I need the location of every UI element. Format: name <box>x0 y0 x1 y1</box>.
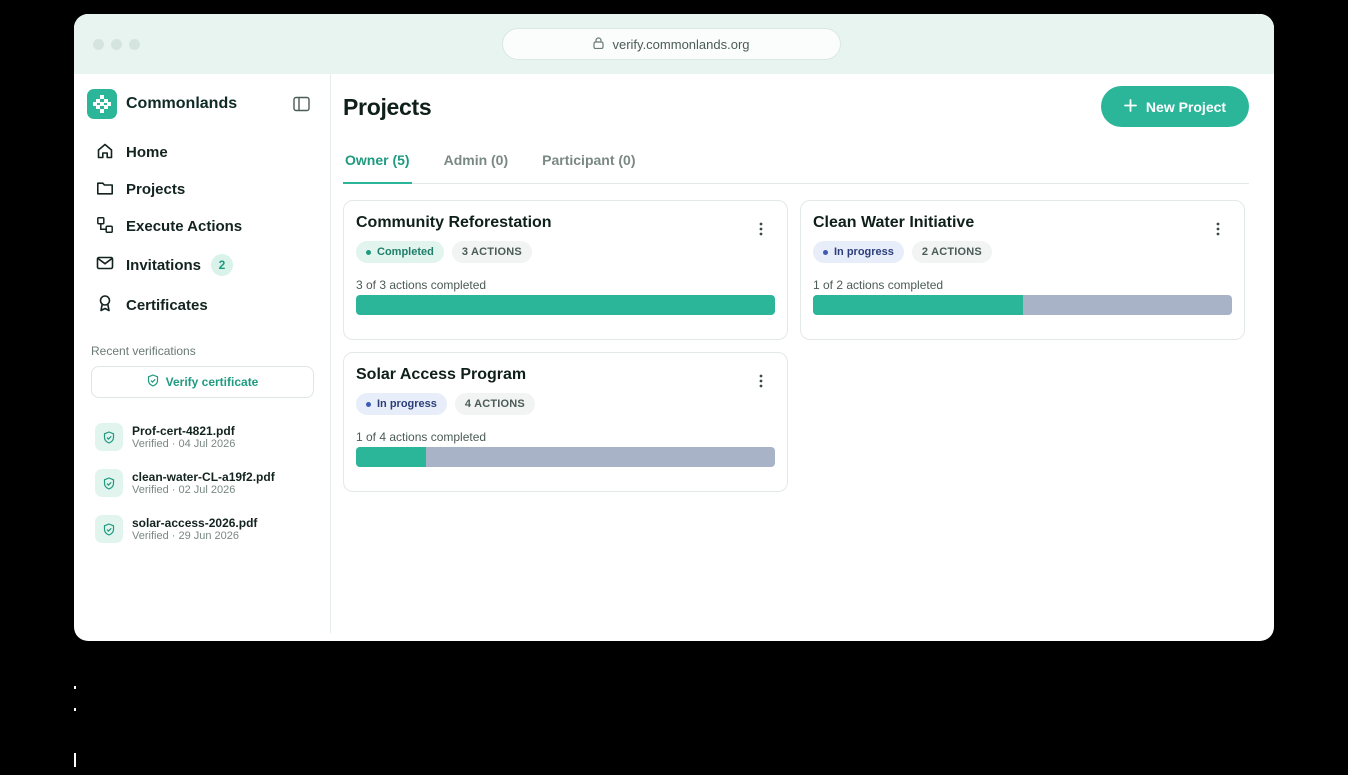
actions-count-badge: 4 ACTIONS <box>454 393 535 415</box>
file-name: clean-water-CL-a19f2.pdf <box>132 469 275 484</box>
maximize-dot[interactable] <box>129 39 140 50</box>
workflow-icon <box>96 216 114 238</box>
more-vertical-icon[interactable] <box>1210 221 1226 237</box>
shield-check-icon <box>95 515 123 543</box>
verify-certificate-label: Verify certificate <box>165 375 259 389</box>
lock-icon <box>593 36 605 52</box>
progress-bar <box>356 447 775 467</box>
sidebar-item-label: Home <box>126 144 168 161</box>
progress-bar <box>356 295 775 315</box>
progress-text: 1 of 4 actions completed <box>356 430 487 444</box>
project-title: Clean Water Initiative <box>813 214 975 231</box>
home-icon <box>96 142 114 164</box>
sidebar-toggle-icon[interactable] <box>293 96 310 112</box>
verified-date: Verified · 04 Jul 2026 <box>132 437 236 450</box>
brand[interactable]: Commonlands <box>87 89 237 119</box>
sidebar-item-invitations[interactable]: Invitations 2 <box>96 245 316 285</box>
list-item[interactable]: Prof-cert-4821.pdf Verified · 04 Jul 202… <box>95 414 315 460</box>
commonlands-logo-icon <box>87 89 117 119</box>
url-text: verify.commonlands.org <box>612 36 750 52</box>
progress-bar <box>813 295 1232 315</box>
new-project-button[interactable]: New Project <box>1101 86 1249 127</box>
stray-pixel <box>74 686 76 689</box>
more-vertical-icon[interactable] <box>753 373 769 389</box>
brand-name: Commonlands <box>126 95 238 112</box>
minimize-dot[interactable] <box>111 39 122 50</box>
sidebar-item-label: Projects <box>126 181 186 198</box>
verify-certificate-button[interactable]: Verify certificate <box>91 366 314 398</box>
plus-icon <box>1124 98 1137 115</box>
tab-owner[interactable]: Owner (5) <box>343 152 412 184</box>
actions-count-badge: 3 ACTIONS <box>451 241 532 263</box>
close-dot[interactable] <box>93 39 104 50</box>
progress-bar-fill <box>356 447 426 467</box>
new-project-label: New Project <box>1145 98 1227 115</box>
stray-pixel <box>74 708 76 711</box>
sidebar-item-execute-actions[interactable]: Execute Actions <box>96 208 316 245</box>
tab-participant[interactable]: Participant (0) <box>540 152 637 184</box>
award-icon <box>96 294 114 316</box>
status-badge: In progress <box>813 241 904 263</box>
more-vertical-icon[interactable] <box>753 221 769 237</box>
tab-admin[interactable]: Admin (0) <box>442 152 511 184</box>
file-name: Prof-cert-4821.pdf <box>132 423 235 438</box>
page-title: Projects <box>343 94 432 120</box>
list-item[interactable]: solar-access-2026.pdf Verified · 29 Jun … <box>95 506 315 552</box>
stray-pixel <box>74 753 76 767</box>
verified-date: Verified · 02 Jul 2026 <box>132 483 236 496</box>
folder-icon <box>96 179 114 201</box>
progress-text: 1 of 2 actions completed <box>813 278 944 292</box>
sidebar-item-certificates[interactable]: Certificates <box>96 285 316 325</box>
project-card-clean-water-initiative[interactable]: Clean Water Initiative In progress 2 ACT… <box>800 200 1245 340</box>
status-badge: In progress <box>356 393 447 415</box>
recent-verifications-heading: Recent verifications <box>91 344 196 358</box>
project-title: Solar Access Program <box>356 366 527 383</box>
address-bar[interactable]: verify.commonlands.org <box>502 28 841 60</box>
project-card-community-reforestation[interactable]: Community Reforestation Completed 3 ACTI… <box>343 200 788 340</box>
sidebar-item-projects[interactable]: Projects <box>96 171 316 208</box>
recent-verifications-list: Prof-cert-4821.pdf Verified · 04 Jul 202… <box>95 414 315 552</box>
status-badge: Completed <box>356 241 444 263</box>
browser-window: verify.commonlands.org Commonlands Home … <box>74 14 1274 641</box>
browser-chrome: verify.commonlands.org <box>74 14 1274 74</box>
project-card-solar-access-program[interactable]: Solar Access Program In progress 4 ACTIO… <box>343 352 788 492</box>
main-content: Projects New Project Owner (5) Admin (0)… <box>332 74 1274 641</box>
sidebar-nav: Home Projects Execute Actions Invitation… <box>96 134 316 325</box>
project-tabs: Owner (5) Admin (0) Participant (0) <box>343 152 1249 184</box>
progress-text: 3 of 3 actions completed <box>356 278 487 292</box>
list-item[interactable]: clean-water-CL-a19f2.pdf Verified · 02 J… <box>95 460 315 506</box>
progress-bar-fill <box>356 295 775 315</box>
sidebar-item-label: Certificates <box>126 296 208 314</box>
shield-check-icon <box>95 423 123 451</box>
invitations-count-badge: 2 <box>211 254 234 276</box>
window-controls <box>93 39 140 50</box>
sidebar-item-label: Execute Actions <box>126 218 243 235</box>
verified-date: Verified · 29 Jun 2026 <box>132 529 240 542</box>
shield-check-icon <box>95 469 123 497</box>
progress-bar-fill <box>813 295 1023 315</box>
project-title: Community Reforestation <box>356 214 552 231</box>
sidebar-item-home[interactable]: Home <box>96 134 316 171</box>
shield-check-icon <box>147 374 159 390</box>
sidebar: Commonlands Home Projects Execute Action… <box>74 74 331 633</box>
actions-count-badge: 2 ACTIONS <box>911 241 992 263</box>
mail-icon <box>96 254 114 276</box>
sidebar-item-label: Invitations <box>126 256 202 274</box>
file-name: solar-access-2026.pdf <box>132 515 258 530</box>
